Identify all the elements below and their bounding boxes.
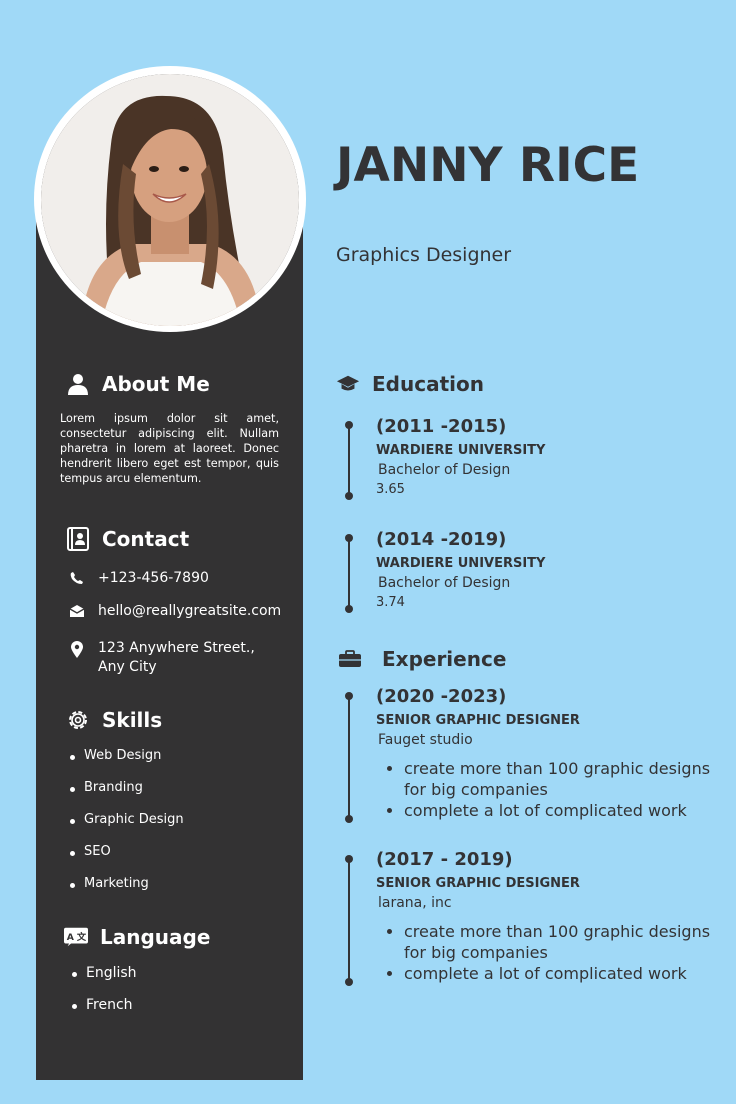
contact-phone[interactable]: +123-456-7890 (98, 569, 209, 588)
education-entry: (2014 -2019) WARDIERE UNIVERSITY Bachelo… (376, 528, 716, 610)
education-school: WARDIERE UNIVERSITY (376, 443, 546, 458)
experience-bullet: create more than 100 graphic designs for… (376, 921, 716, 963)
experience-bullet: complete a lot of complicated work (376, 800, 716, 821)
education-degree: Bachelor of Design (378, 462, 511, 478)
timeline-dot (345, 815, 353, 823)
experience-bullets: create more than 100 graphic designs for… (376, 758, 716, 821)
skills-heading: Skills (102, 708, 163, 732)
skill-item: Marketing (68, 876, 184, 908)
language-heading: Language (100, 925, 211, 949)
education-gpa: 3.74 (376, 595, 405, 610)
about-heading: About Me (102, 372, 210, 396)
timeline-dot (345, 492, 353, 500)
candidate-name: JANNY RICE (336, 138, 640, 193)
language-heading-row: A文 Language (64, 925, 210, 949)
about-heading-row: About Me (66, 372, 210, 396)
timeline-line (348, 538, 350, 608)
timeline-line (348, 696, 350, 818)
contact-address-row: 123 Anywhere Street., Any City (68, 639, 278, 677)
contact-email[interactable]: hello@reallygreatsite.com (98, 602, 281, 621)
education-gpa: 3.65 (376, 482, 405, 497)
education-heading-row: Education (336, 372, 484, 396)
skills-list: Web Design Branding Graphic Design SEO M… (68, 748, 184, 908)
language-list: English French (70, 965, 137, 1029)
education-heading: Education (372, 372, 484, 396)
experience-entry: (2017 - 2019) SENIOR GRAPHIC DESIGNER la… (376, 848, 716, 984)
contact-email-row: hello@reallygreatsite.com (68, 602, 281, 621)
contact-card-icon (66, 527, 90, 551)
gear-icon (66, 708, 90, 732)
experience-company: Fauget studio (378, 732, 473, 748)
contact-heading-row: Contact (66, 527, 189, 551)
profile-photo (41, 74, 299, 326)
education-years: (2011 -2015) (376, 416, 507, 437)
skill-item: SEO (68, 844, 184, 876)
experience-bullet: complete a lot of complicated work (376, 963, 716, 984)
timeline-dot (345, 605, 353, 613)
timeline-line (348, 425, 350, 495)
svg-text:A: A (67, 932, 75, 943)
briefcase-icon (338, 647, 362, 671)
education-degree: Bachelor of Design (378, 575, 511, 591)
graduation-cap-icon (336, 372, 360, 396)
experience-entry: (2020 -2023) SENIOR GRAPHIC DESIGNER Fau… (376, 685, 716, 821)
skill-item: Graphic Design (68, 812, 184, 844)
education-school: WARDIERE UNIVERSITY (376, 556, 546, 571)
experience-title: SENIOR GRAPHIC DESIGNER (376, 713, 580, 728)
timeline-dot (345, 978, 353, 986)
experience-title: SENIOR GRAPHIC DESIGNER (376, 876, 580, 891)
about-text: Lorem ipsum dolor sit amet, consectetur … (60, 412, 279, 485)
candidate-role: Graphics Designer (336, 244, 512, 266)
experience-bullet: create more than 100 graphic designs for… (376, 758, 716, 800)
contact-phone-row: +123-456-7890 (68, 569, 209, 588)
skills-heading-row: Skills (66, 708, 162, 732)
contact-address: 123 Anywhere Street., Any City (98, 640, 255, 675)
language-item: French (70, 997, 137, 1029)
envelope-icon (68, 602, 86, 621)
experience-company: larana, inc (378, 895, 452, 911)
svg-text:文: 文 (76, 931, 87, 943)
translate-icon: A文 (64, 925, 88, 949)
education-entry: (2011 -2015) WARDIERE UNIVERSITY Bachelo… (376, 415, 716, 497)
experience-years: (2020 -2023) (376, 686, 507, 707)
phone-icon (68, 569, 86, 588)
contact-heading: Contact (102, 527, 190, 551)
experience-heading-row: Experience (338, 647, 506, 671)
skill-item: Branding (68, 780, 184, 812)
experience-years: (2017 - 2019) (376, 849, 513, 870)
map-pin-icon (68, 639, 86, 677)
person-icon (66, 372, 90, 396)
experience-heading: Experience (382, 647, 507, 671)
education-years: (2014 -2019) (376, 529, 507, 550)
skill-item: Web Design (68, 748, 184, 780)
language-item: English (70, 965, 137, 997)
timeline-line (348, 859, 350, 981)
experience-bullets: create more than 100 graphic designs for… (376, 921, 716, 984)
